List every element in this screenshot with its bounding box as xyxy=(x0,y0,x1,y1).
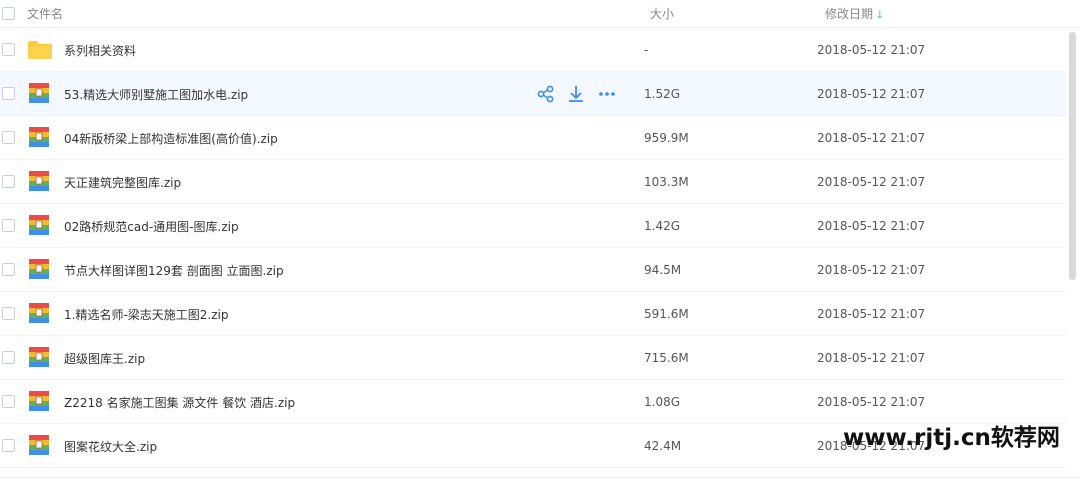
file-date: 2018-05-12 21:07 xyxy=(817,351,926,365)
zip-file-icon xyxy=(29,391,49,411)
download-icon[interactable] xyxy=(566,84,586,104)
zip-file-icon xyxy=(29,83,49,103)
row-checkbox[interactable] xyxy=(2,439,15,452)
file-list: 系列相关资料 - 2018-05-12 21:07 53.精选大师别墅施工图加水… xyxy=(0,28,1066,468)
row-checkbox[interactable] xyxy=(2,395,15,408)
file-date: 2018-05-12 21:07 xyxy=(817,131,926,145)
zip-file-icon xyxy=(29,303,49,323)
row-checkbox[interactable] xyxy=(2,131,15,144)
row-checkbox[interactable] xyxy=(2,307,15,320)
table-row[interactable]: 1.精选名师-梁志天施工图2.zip 591.6M 2018-05-12 21:… xyxy=(0,292,1066,336)
bottom-divider xyxy=(0,477,1080,478)
file-size: 1.42G xyxy=(644,219,681,233)
zip-file-icon xyxy=(29,215,49,235)
zip-file-icon xyxy=(29,171,49,191)
table-row[interactable]: 超级图库王.zip 715.6M 2018-05-12 21:07 xyxy=(0,336,1066,380)
zip-file-icon xyxy=(29,347,49,367)
table-row[interactable]: 04新版桥梁上部构造标准图(高价值).zip 959.9M 2018-05-12… xyxy=(0,116,1066,160)
zip-file-icon xyxy=(29,435,49,455)
table-row[interactable]: 53.精选大师别墅施工图加水电.zip 1.52G 2018-05-12 21:… xyxy=(0,72,1066,116)
row-checkbox[interactable] xyxy=(2,175,15,188)
column-header-date-label: 修改日期 xyxy=(825,7,874,21)
file-name[interactable]: Z2218 名家施工图集 源文件 餐饮 酒店.zip xyxy=(64,394,295,411)
file-size: - xyxy=(644,43,649,57)
file-name[interactable]: 系列相关资料 xyxy=(64,42,136,59)
zip-file-icon xyxy=(29,127,49,147)
table-row[interactable]: 02路桥规范cad-通用图-图库.zip 1.42G 2018-05-12 21… xyxy=(0,204,1066,248)
file-size: 959.9M xyxy=(644,131,689,145)
watermark-text: www.rjtj.cn软荐网 xyxy=(843,425,1060,451)
file-date: 2018-05-12 21:07 xyxy=(817,87,926,101)
file-size: 42.4M xyxy=(644,439,682,453)
file-date: 2018-05-12 21:07 xyxy=(817,307,926,321)
zip-file-icon xyxy=(29,259,49,279)
share-icon[interactable] xyxy=(536,84,556,104)
more-icon[interactable] xyxy=(597,84,617,104)
table-row[interactable]: 天正建筑完整图库.zip 103.3M 2018-05-12 21:07 xyxy=(0,160,1066,204)
folder-icon xyxy=(28,41,52,59)
file-size: 1.52G xyxy=(644,87,681,101)
file-size: 715.6M xyxy=(644,351,689,365)
file-name[interactable]: 53.精选大师别墅施工图加水电.zip xyxy=(64,86,248,103)
file-date: 2018-05-12 21:07 xyxy=(817,219,926,233)
file-name[interactable]: 节点大样图详图129套 剖面图 立面图.zip xyxy=(64,262,284,279)
file-name[interactable]: 天正建筑完整图库.zip xyxy=(64,174,181,191)
column-header-size[interactable]: 大小 xyxy=(650,5,674,22)
file-date: 2018-05-12 21:07 xyxy=(817,395,926,409)
file-date: 2018-05-12 21:07 xyxy=(817,43,926,57)
scrollbar-thumb[interactable] xyxy=(1069,32,1076,280)
arrow-down-icon: 🡓 xyxy=(877,8,883,21)
file-list-header: 文件名 大小 修改日期 🡓 xyxy=(0,0,1080,28)
file-size: 591.6M xyxy=(644,307,689,321)
row-checkbox[interactable] xyxy=(2,87,15,100)
table-row[interactable]: 系列相关资料 - 2018-05-12 21:07 xyxy=(0,28,1066,72)
row-checkbox[interactable] xyxy=(2,219,15,232)
file-date: 2018-05-12 21:07 xyxy=(817,175,926,189)
file-date: 2018-05-12 21:07 xyxy=(817,263,926,277)
file-name[interactable]: 04新版桥梁上部构造标准图(高价值).zip xyxy=(64,130,278,147)
file-size: 1.08G xyxy=(644,395,681,409)
table-row[interactable]: 节点大样图详图129套 剖面图 立面图.zip 94.5M 2018-05-12… xyxy=(0,248,1066,292)
file-name[interactable]: 图案花纹大全.zip xyxy=(64,438,157,455)
file-name[interactable]: 超级图库王.zip xyxy=(64,350,145,367)
column-header-date[interactable]: 修改日期 🡓 xyxy=(825,5,883,25)
row-checkbox[interactable] xyxy=(2,351,15,364)
select-all-checkbox[interactable] xyxy=(2,7,15,20)
file-name[interactable]: 02路桥规范cad-通用图-图库.zip xyxy=(64,218,239,235)
file-size: 103.3M xyxy=(644,175,689,189)
row-checkbox[interactable] xyxy=(2,43,15,56)
file-size: 94.5M xyxy=(644,263,682,277)
row-checkbox[interactable] xyxy=(2,263,15,276)
column-header-name[interactable]: 文件名 xyxy=(27,5,63,22)
file-name[interactable]: 1.精选名师-梁志天施工图2.zip xyxy=(64,306,228,323)
